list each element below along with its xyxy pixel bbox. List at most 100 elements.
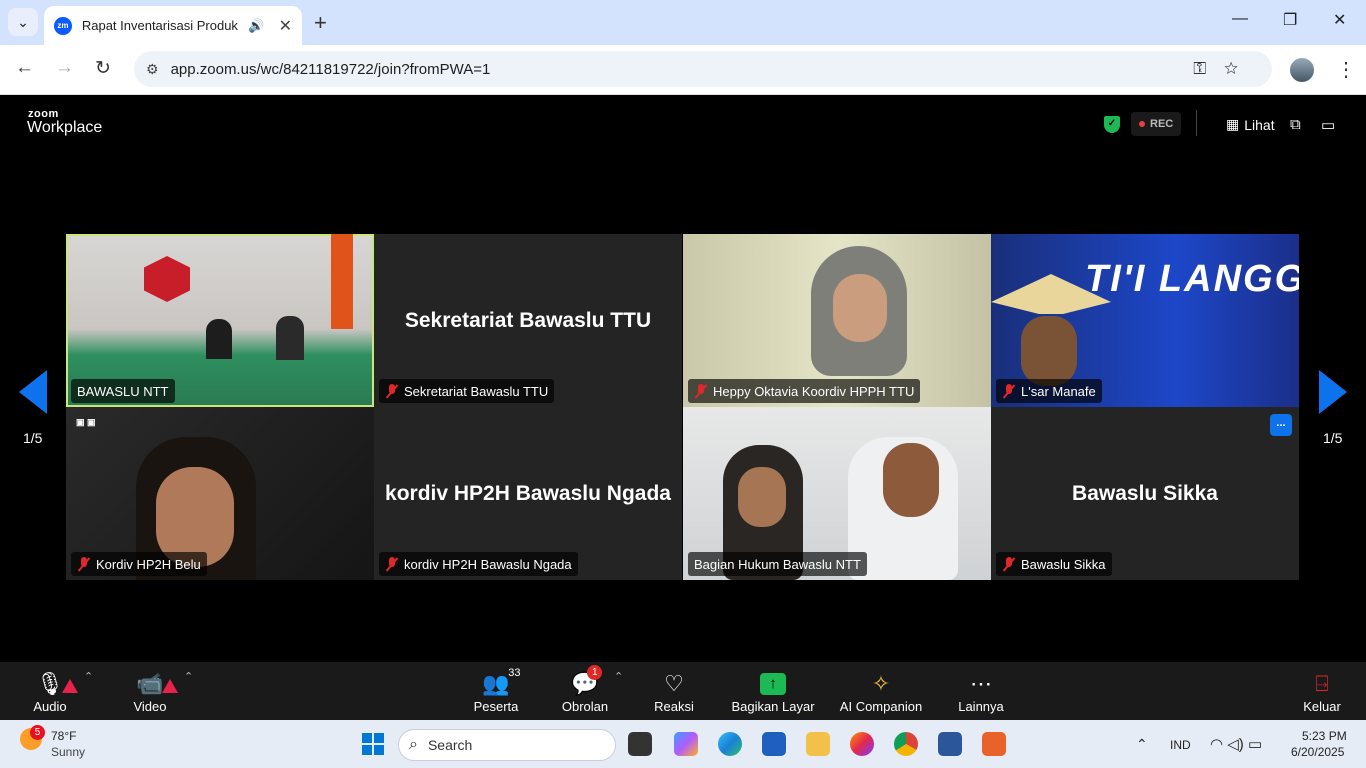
participant-label: Bawaslu Sikka	[996, 552, 1112, 576]
minimize-icon[interactable]: —	[1232, 10, 1248, 28]
new-tab-icon[interactable]: +	[314, 10, 327, 36]
grid-icon: ▦	[1226, 116, 1240, 132]
pip-icon[interactable]: ⧉	[1290, 116, 1301, 133]
search-placeholder: Search	[427, 737, 473, 753]
view-label: Lihat	[1244, 116, 1275, 133]
reload-icon[interactable]: ↻	[95, 57, 111, 80]
video-button[interactable]: 📹 Video	[128, 662, 178, 720]
participant-label: L'sar Manafe	[996, 379, 1102, 403]
chrome-menu-icon[interactable]: ⋮	[1336, 57, 1356, 82]
wifi-volume-battery-icons[interactable]: ◠ ◁) ▭	[1210, 735, 1262, 753]
leave-door-icon: ⍈	[1315, 671, 1329, 696]
site-info-icon[interactable]: ⚙	[146, 61, 159, 78]
video-tile[interactable]: BAWASLU NTT	[66, 234, 374, 407]
participant-name: Heppy Oktavia Koordiv HPPH TTU	[713, 383, 915, 399]
back-icon[interactable]: ←	[15, 57, 34, 79]
speaker-icon[interactable]: 🔊	[248, 18, 264, 34]
mic-muted-icon	[1002, 557, 1016, 571]
leave-button[interactable]: ⍈ Keluar	[1300, 662, 1344, 720]
participant-name: Kordiv HP2H Belu	[96, 556, 201, 572]
ai-companion-label: AI Companion	[839, 699, 923, 714]
share-arrow-icon: ↑	[760, 673, 786, 695]
url-text[interactable]: app.zoom.us/wc/84211819722/join?fromPWA=…	[171, 61, 491, 78]
video-tile[interactable]: Bagian Hukum Bawaslu NTT	[683, 407, 991, 580]
word-icon[interactable]	[938, 732, 962, 756]
next-page-arrow-icon[interactable]	[1319, 370, 1347, 414]
chat-icon: 💬 1	[571, 665, 603, 699]
chat-button[interactable]: 💬 1 Obrolan	[558, 662, 612, 720]
clock-time[interactable]: 5:23 PM	[1302, 729, 1347, 743]
firefox-icon[interactable]	[850, 732, 874, 756]
participants-button[interactable]: 👥 33 Peserta	[470, 662, 522, 720]
share-screen-button[interactable]: ↑ Bagikan Layar	[728, 662, 818, 720]
audio-button[interactable]: 🎙 Audio	[30, 662, 78, 720]
chat-options-caret-icon[interactable]: ⌃	[614, 670, 623, 683]
taskbar-search-input[interactable]: ⌕ Search	[398, 729, 616, 761]
video-tile[interactable]: Bawaslu Sikka ... Bawaslu Sikka	[991, 407, 1299, 580]
close-tab-icon[interactable]: ✕	[279, 16, 292, 36]
video-tile[interactable]: Sekretariat Bawaslu TTU Sekretariat Bawa…	[374, 234, 682, 407]
address-bar-row: ← → ↻ ⚙ app.zoom.us/wc/84211819722/join?…	[0, 45, 1366, 95]
view-button[interactable]: ▦ Lihat	[1226, 116, 1275, 133]
store-icon[interactable]	[762, 732, 786, 756]
rec-label: REC	[1150, 118, 1174, 130]
copilot-icon[interactable]	[674, 732, 698, 756]
video-tile[interactable]: kordiv HP2H Bawaslu Ngada kordiv HP2H Ba…	[374, 407, 682, 580]
recording-indicator[interactable]: REC	[1131, 112, 1182, 136]
key-and-star-icons[interactable]: ⚿☆	[1193, 59, 1256, 79]
page-indicator-left: 1/5	[23, 430, 43, 446]
input-language[interactable]: IND	[1170, 738, 1191, 752]
tab-search-dropdown-icon[interactable]: ⌄	[8, 8, 38, 36]
app-icon[interactable]	[982, 732, 1006, 756]
tray-overflow-icon[interactable]: ⌃	[1136, 736, 1148, 753]
prev-page-arrow-icon[interactable]	[19, 370, 47, 414]
maximize-icon[interactable]: ❐	[1283, 10, 1297, 30]
weather-condition[interactable]: Sunny	[51, 745, 85, 759]
clock-date[interactable]: 6/20/2025	[1291, 745, 1344, 759]
edge-icon[interactable]	[718, 732, 742, 756]
participants-count: 33	[508, 667, 521, 679]
encryption-shield-icon[interactable]: ✓	[1104, 116, 1120, 133]
close-window-icon[interactable]: ✕	[1333, 10, 1346, 30]
share-label: Bagikan Layar	[731, 699, 815, 714]
video-tile[interactable]: TI'I LANGG L'sar Manafe	[991, 234, 1299, 407]
video-tile[interactable]: ▣ ▣ Kordiv HP2H Belu	[66, 407, 374, 580]
person-face-icon	[1021, 316, 1077, 386]
windows-start-icon[interactable]	[362, 733, 384, 755]
weather-badge: 5	[30, 725, 45, 740]
header-divider	[1196, 110, 1197, 136]
task-view-icon[interactable]	[628, 732, 652, 756]
more-label: Lainnya	[958, 699, 1004, 714]
video-tile[interactable]: Heppy Oktavia Koordiv HPPH TTU	[683, 234, 991, 407]
chat-badge: 1	[587, 665, 603, 680]
person-face-icon	[833, 274, 887, 342]
tile-more-button[interactable]: ...	[1270, 414, 1292, 436]
mic-muted-icon	[694, 384, 708, 398]
participant-name: Sekretariat Bawaslu TTU	[404, 383, 549, 399]
file-explorer-icon[interactable]	[806, 732, 830, 756]
video-options-caret-icon[interactable]: ⌃	[184, 670, 193, 683]
mic-muted-icon	[77, 557, 91, 571]
mic-muted-icon	[385, 557, 399, 571]
video-off-icon: 📹	[136, 669, 178, 699]
audio-options-caret-icon[interactable]: ⌃	[84, 670, 93, 683]
address-bar[interactable]: ⚙ app.zoom.us/wc/84211819722/join?fromPW…	[134, 51, 1272, 87]
chrome-icon[interactable]	[894, 732, 918, 756]
forward-icon[interactable]: →	[55, 57, 74, 79]
warning-icon	[61, 679, 78, 693]
audio-label: Audio	[33, 699, 67, 714]
ai-companion-button[interactable]: ✧ AI Companion	[836, 662, 926, 720]
fullscreen-icon[interactable]: ▭	[1321, 116, 1335, 134]
more-button[interactable]: ⋯ Lainnya	[956, 662, 1006, 720]
reactions-button[interactable]: ♡ Reaksi	[650, 662, 698, 720]
person-face-icon	[883, 443, 939, 517]
reactions-label: Reaksi	[654, 699, 694, 714]
tab-title: Rapat Inventarisasi Produk Hukum	[81, 18, 241, 33]
profile-avatar[interactable]	[1290, 58, 1314, 82]
chat-label: Obrolan	[561, 699, 609, 714]
browser-tab[interactable]: zm Rapat Inventarisasi Produk Hukum 🔊 ✕	[44, 6, 302, 45]
weather-temp[interactable]: 78°F	[51, 729, 76, 743]
room-logo-icon	[144, 256, 190, 302]
participant-name: BAWASLU NTT	[71, 379, 175, 403]
warning-icon	[161, 679, 178, 693]
